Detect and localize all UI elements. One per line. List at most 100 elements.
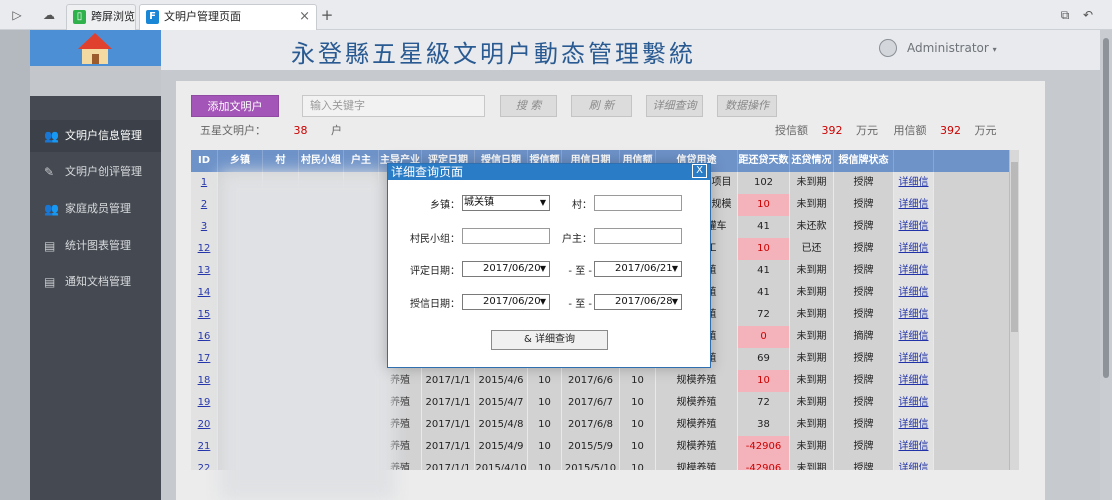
- table-cell: 规模养殖: [656, 458, 738, 470]
- detail-link[interactable]: 详细信: [894, 348, 934, 370]
- row-id-link[interactable]: 2: [191, 194, 218, 216]
- row-id-link[interactable]: 19: [191, 392, 218, 414]
- rated-from-date[interactable]: 2017/06/20 ▼: [462, 261, 550, 277]
- detail-link[interactable]: 详细信: [894, 194, 934, 216]
- user-menu[interactable]: Administrator ▾: [879, 38, 997, 58]
- detail-link[interactable]: 详细信: [894, 414, 934, 436]
- refresh-button[interactable]: 刷 新: [571, 95, 632, 117]
- detail-query-button[interactable]: 详细查询: [646, 95, 703, 117]
- table-cell: 2017/1/1: [422, 436, 475, 458]
- town-select-value: 城关镇: [464, 197, 494, 208]
- table-cell: 未到期: [790, 370, 834, 392]
- village-input[interactable]: [594, 195, 682, 211]
- table-cell: 授牌: [834, 216, 894, 238]
- cloud-icon[interactable]: ☁: [41, 7, 57, 23]
- detail-link[interactable]: 详细信: [894, 304, 934, 326]
- row-id-link[interactable]: 1: [191, 172, 218, 194]
- table-scrollbar-thumb[interactable]: [1011, 162, 1018, 332]
- row-id-link[interactable]: 22: [191, 458, 218, 470]
- column-header[interactable]: 村民小组: [299, 150, 344, 172]
- detail-link[interactable]: 详细信: [894, 282, 934, 304]
- rated-to-separator: - 至 -: [568, 266, 592, 277]
- column-header[interactable]: [894, 150, 934, 172]
- row-id-link[interactable]: 3: [191, 216, 218, 238]
- tab-cross-screen[interactable]: ▯ 跨屏浏览: [66, 4, 136, 30]
- dialog-close-button[interactable]: X: [692, 164, 707, 178]
- detail-query-dialog: 详细查询页面 X 乡镇： 城关镇 ▼ 村： 村民小组： 户主： 评定日期： 201…: [387, 163, 711, 368]
- sidebar-item-civic-info[interactable]: 👥 文明户信息管理: [30, 120, 161, 152]
- dialog-title-text: 详细查询页面: [391, 165, 464, 179]
- add-household-button[interactable]: 添加文明户: [191, 95, 279, 117]
- table-cell: 41: [738, 282, 790, 304]
- table-cell: 未到期: [790, 304, 834, 326]
- close-tab-icon[interactable]: ×: [299, 5, 310, 29]
- town-label: 乡镇：: [430, 200, 460, 211]
- five-star-stat: 五星文明户： 38 户: [200, 122, 342, 138]
- owner-input[interactable]: [594, 228, 682, 244]
- table-cell: 69: [738, 348, 790, 370]
- row-id-link[interactable]: 13: [191, 260, 218, 282]
- table-cell: 未到期: [790, 172, 834, 194]
- search-input[interactable]: 输入关键字: [302, 95, 485, 117]
- search-button[interactable]: 搜 索: [500, 95, 557, 117]
- credit-to-separator: - 至 -: [568, 299, 592, 310]
- data-ops-button[interactable]: 数据操作: [717, 95, 777, 117]
- detail-link[interactable]: 详细信: [894, 370, 934, 392]
- detail-link[interactable]: 详细信: [894, 458, 934, 470]
- table-cell: 规模养殖: [656, 436, 738, 458]
- edit-icon: ✎: [44, 165, 55, 179]
- column-header[interactable]: 授信牌状态: [834, 150, 894, 172]
- detail-link[interactable]: 详细信: [894, 392, 934, 414]
- table-cell: 未到期: [790, 194, 834, 216]
- page-favicon-icon: F: [146, 10, 159, 24]
- credit-to-date[interactable]: 2017/06/28 ▼: [594, 294, 682, 310]
- detail-link[interactable]: 详细信: [894, 260, 934, 282]
- table-cell: 授牌: [834, 282, 894, 304]
- sidebar-toggle-icon[interactable]: ▷: [9, 7, 25, 23]
- sidebar-item-civic-rating[interactable]: ✎ 文明户创评管理: [30, 156, 161, 188]
- row-id-link[interactable]: 17: [191, 348, 218, 370]
- tab-page[interactable]: F 文明户管理页面 ×: [139, 4, 317, 30]
- credit-from-value: 2017/06/20: [483, 296, 541, 307]
- column-header[interactable]: 还贷情况: [790, 150, 834, 172]
- detail-link[interactable]: 详细信: [894, 436, 934, 458]
- logo[interactable]: [30, 30, 161, 66]
- detail-link[interactable]: 详细信: [894, 326, 934, 348]
- avatar: [879, 39, 897, 57]
- sidebar-item-family[interactable]: 👥 家庭成员管理: [30, 193, 161, 225]
- row-id-link[interactable]: 21: [191, 436, 218, 458]
- column-header[interactable]: 户主: [344, 150, 379, 172]
- detail-link[interactable]: 详细信: [894, 238, 934, 260]
- sidebar-item-notices[interactable]: ▤ 通知文档管理: [30, 266, 161, 298]
- credit-from-date[interactable]: 2017/06/20 ▼: [462, 294, 550, 310]
- row-id-link[interactable]: 20: [191, 414, 218, 436]
- dropdown-arrow-icon: ▼: [539, 264, 546, 273]
- row-id-link[interactable]: 14: [191, 282, 218, 304]
- group-input[interactable]: [462, 228, 550, 244]
- row-id-link[interactable]: 15: [191, 304, 218, 326]
- new-tab-icon[interactable]: +: [319, 7, 335, 23]
- scrollbar-thumb[interactable]: [1103, 38, 1109, 378]
- row-id-link[interactable]: 16: [191, 326, 218, 348]
- table-cell: 2015/4/8: [475, 414, 528, 436]
- page-scrollbar[interactable]: [1100, 30, 1112, 500]
- table-cell: 授牌: [834, 392, 894, 414]
- detail-link[interactable]: 详细信: [894, 172, 934, 194]
- table-scrollbar[interactable]: [1009, 150, 1019, 470]
- table-cell: 10: [738, 370, 790, 392]
- sidebar-item-charts[interactable]: ▤ 统计图表管理: [30, 230, 161, 262]
- tabs-overview-icon[interactable]: ⧉: [1057, 7, 1073, 23]
- row-id-link[interactable]: 12: [191, 238, 218, 260]
- column-header[interactable]: 乡镇: [218, 150, 263, 172]
- column-header[interactable]: 距还贷天数: [738, 150, 790, 172]
- table-cell: 授牌: [834, 436, 894, 458]
- detail-link[interactable]: 详细信: [894, 216, 934, 238]
- sidebar-item-label: 通知文档管理: [65, 275, 131, 288]
- column-header[interactable]: ID: [191, 150, 218, 172]
- row-id-link[interactable]: 18: [191, 370, 218, 392]
- rated-to-date[interactable]: 2017/06/21 ▼: [594, 261, 682, 277]
- detail-query-submit-button[interactable]: & 详细查询: [491, 330, 608, 350]
- column-header[interactable]: 村: [263, 150, 299, 172]
- undo-icon[interactable]: ↶: [1080, 7, 1096, 23]
- town-select[interactable]: 城关镇 ▼: [462, 195, 550, 211]
